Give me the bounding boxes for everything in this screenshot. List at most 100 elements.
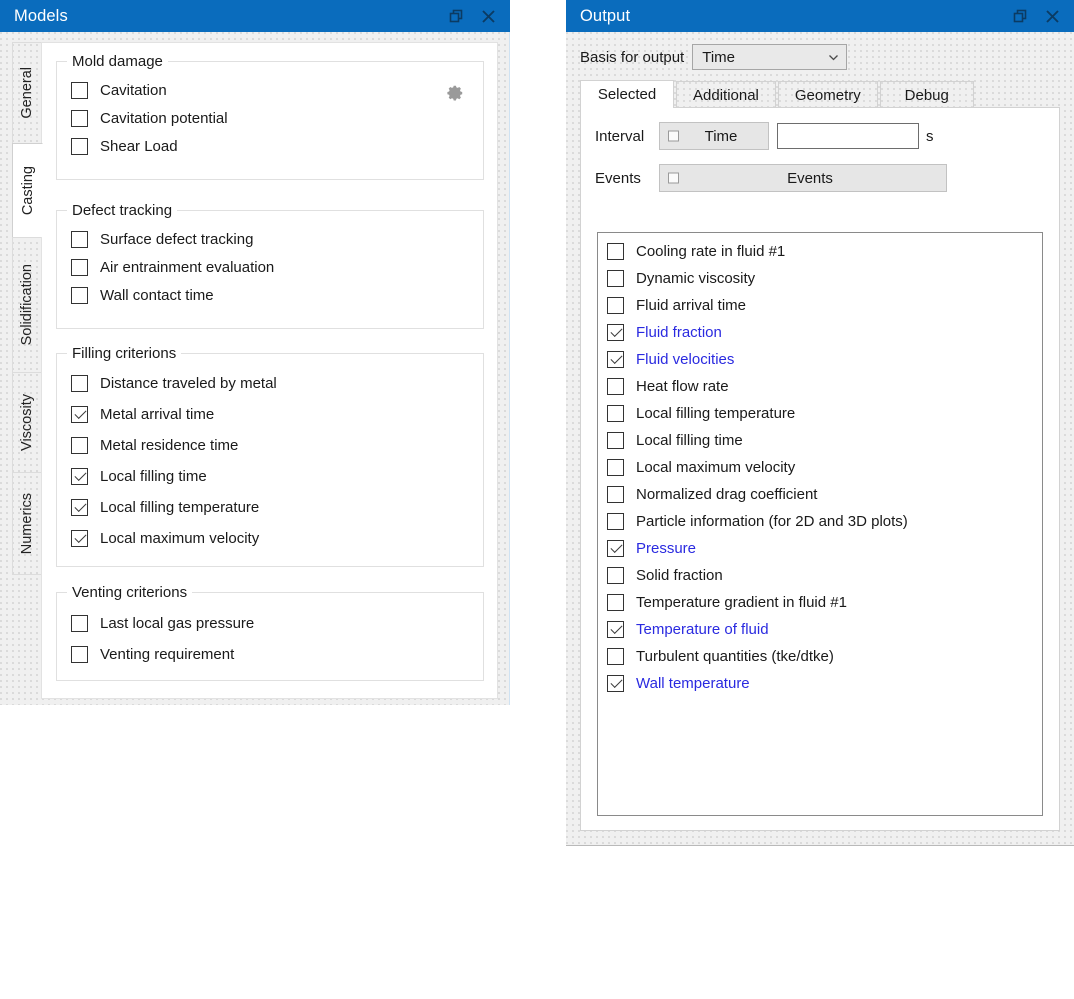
sidebar-item-general[interactable]: General (12, 42, 42, 143)
checkbox-row[interactable]: Metal residence time (57, 430, 483, 461)
list-item[interactable]: Normalized drag coefficient (598, 481, 1042, 508)
checkbox-icon[interactable] (71, 258, 88, 276)
sidebar-item-numerics[interactable]: Numerics (12, 472, 42, 575)
checkbox-icon[interactable] (607, 378, 624, 395)
list-item[interactable]: Cooling rate in fluid #1 (598, 238, 1042, 265)
checkbox-icon[interactable] (71, 109, 88, 127)
tab-pane-selected: Interval Time s Events Events Cooling ra… (580, 107, 1060, 831)
gear-icon[interactable] (443, 82, 465, 104)
checkbox-row[interactable]: Wall contact time (57, 281, 483, 309)
checkbox-icon[interactable] (607, 243, 624, 260)
close-icon[interactable] (1036, 3, 1068, 29)
checkbox-icon[interactable] (71, 230, 88, 248)
list-item-label: Fluid velocities (636, 351, 735, 368)
checkbox-icon[interactable] (71, 406, 88, 423)
list-item[interactable]: Local filling time (598, 427, 1042, 454)
checkbox-label: Local filling temperature (100, 499, 260, 516)
checkbox-icon[interactable] (607, 351, 624, 368)
checkbox-icon[interactable] (71, 615, 88, 632)
list-item[interactable]: Temperature of fluid (598, 616, 1042, 643)
sidebar-item-label: Viscosity (19, 394, 35, 451)
checkbox-icon[interactable] (607, 270, 624, 287)
checkbox-icon[interactable] (607, 405, 624, 422)
checkbox-icon[interactable] (71, 530, 88, 547)
checkbox-icon[interactable] (668, 130, 679, 142)
checkbox-icon[interactable] (607, 621, 624, 638)
checkbox-row[interactable]: Surface defect tracking (57, 225, 483, 253)
checkbox-row[interactable]: Shear Load (57, 132, 483, 160)
checkbox-icon[interactable] (71, 81, 88, 99)
list-item-label: Solid fraction (636, 567, 723, 584)
checkbox-row[interactable]: Cavitation potential (57, 104, 483, 132)
sidebar-item-label: Casting (19, 165, 36, 216)
checkbox-icon[interactable] (71, 437, 88, 454)
restore-window-icon[interactable] (1004, 3, 1036, 29)
checkbox-icon[interactable] (607, 324, 624, 341)
list-item[interactable]: Local maximum velocity (598, 454, 1042, 481)
checkbox-icon[interactable] (607, 513, 624, 530)
list-item[interactable]: Fluid arrival time (598, 292, 1042, 319)
models-titlebar: Models (0, 0, 510, 32)
checkbox-icon[interactable] (71, 137, 88, 155)
tab-label: Debug (904, 86, 949, 104)
checkbox-icon[interactable] (71, 286, 88, 304)
tab-geometry[interactable]: Geometry (777, 81, 878, 108)
checkbox-icon[interactable] (71, 499, 88, 516)
checkbox-icon[interactable] (607, 594, 624, 611)
checkbox-row[interactable]: Distance traveled by metal (57, 368, 483, 399)
basis-for-output-select[interactable]: Time (692, 44, 848, 70)
checkbox-icon[interactable] (71, 375, 88, 392)
group-filling-criterions: Filling criterions Distance traveled by … (56, 345, 484, 567)
tab-selected[interactable]: Selected (580, 80, 674, 108)
checkbox-row[interactable]: Local filling temperature (57, 492, 483, 523)
sidebar-item-solidification[interactable]: Solidification (12, 237, 42, 372)
sidebar-item-viscosity[interactable]: Viscosity (12, 372, 42, 472)
checkbox-label: Surface defect tracking (100, 230, 254, 248)
list-item-label: Local filling time (636, 432, 743, 449)
tab-label: Geometry (794, 86, 861, 104)
checkbox-icon[interactable] (607, 486, 624, 503)
tab-debug[interactable]: Debug (879, 81, 974, 108)
list-item[interactable]: Solid fraction (598, 562, 1042, 589)
checkbox-icon[interactable] (668, 172, 679, 184)
list-item[interactable]: Wall temperature (598, 670, 1042, 697)
list-item[interactable]: Local filling temperature (598, 400, 1042, 427)
list-item[interactable]: Fluid fraction (598, 319, 1042, 346)
list-item[interactable]: Pressure (598, 535, 1042, 562)
events-toggle[interactable]: Events (659, 164, 947, 192)
checkbox-row[interactable]: Cavitation (57, 76, 483, 104)
list-item-label: Wall temperature (636, 675, 750, 692)
sidebar-item-casting[interactable]: Casting (12, 143, 43, 237)
list-item[interactable]: Dynamic viscosity (598, 265, 1042, 292)
checkbox-icon[interactable] (71, 468, 88, 485)
checkbox-icon[interactable] (607, 675, 624, 692)
output-quantities-list[interactable]: Cooling rate in fluid #1 Dynamic viscosi… (597, 232, 1043, 816)
close-icon[interactable] (472, 3, 504, 29)
checkbox-row[interactable]: Metal arrival time (57, 399, 483, 430)
checkbox-icon[interactable] (607, 459, 624, 476)
checkbox-icon[interactable] (71, 646, 88, 663)
checkbox-row[interactable]: Local filling time (57, 461, 483, 492)
group-defect-tracking: Defect tracking Surface defect tracking … (56, 202, 484, 329)
list-item[interactable]: Temperature gradient in fluid #1 (598, 589, 1042, 616)
checkbox-label: Air entrainment evaluation (100, 258, 275, 276)
tab-additional[interactable]: Additional (676, 81, 776, 108)
checkbox-row[interactable]: Air entrainment evaluation (57, 253, 483, 281)
checkbox-row[interactable]: Local maximum velocity (57, 523, 483, 554)
list-item[interactable]: Turbulent quantities (tke/dtke) (598, 643, 1042, 670)
events-button-label: Events (787, 169, 833, 187)
interval-time-toggle[interactable]: Time (659, 122, 769, 150)
checkbox-icon[interactable] (607, 432, 624, 449)
list-item-label: Local filling temperature (636, 405, 796, 422)
checkbox-row[interactable]: Venting requirement (57, 639, 483, 670)
checkbox-icon[interactable] (607, 567, 624, 584)
list-item[interactable]: Heat flow rate (598, 373, 1042, 400)
checkbox-row[interactable]: Last local gas pressure (57, 608, 483, 639)
checkbox-icon[interactable] (607, 648, 624, 665)
interval-value-input[interactable] (777, 123, 919, 149)
checkbox-icon[interactable] (607, 297, 624, 314)
checkbox-icon[interactable] (607, 540, 624, 557)
list-item[interactable]: Particle information (for 2D and 3D plot… (598, 508, 1042, 535)
list-item[interactable]: Fluid velocities (598, 346, 1042, 373)
restore-window-icon[interactable] (440, 3, 472, 29)
